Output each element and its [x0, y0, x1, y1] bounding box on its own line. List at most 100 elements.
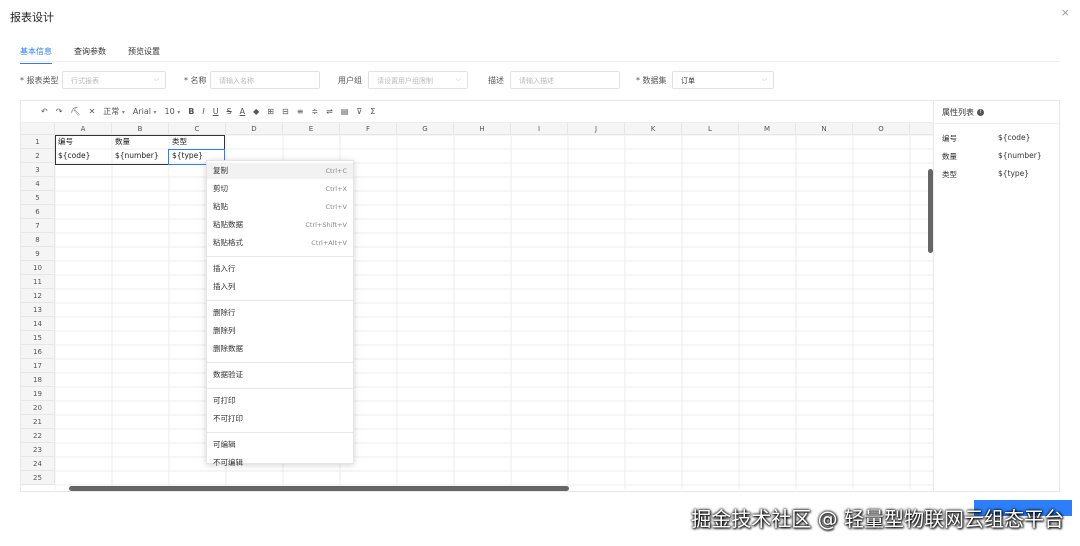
- dataset-select[interactable]: 订单 ⌵: [672, 71, 774, 89]
- dialog-title: 报表设计: [10, 11, 54, 24]
- row-header[interactable]: 14: [21, 317, 55, 331]
- context-menu-item[interactable]: 插入行: [207, 261, 353, 277]
- name-input[interactable]: 请输入名称: [210, 71, 320, 89]
- row-header[interactable]: 23: [21, 443, 55, 457]
- column-header[interactable]: A: [55, 123, 112, 135]
- merge-cells-icon[interactable]: ⊟: [282, 107, 289, 116]
- context-menu-item[interactable]: 粘贴 Ctrl+V: [207, 199, 353, 215]
- row-header[interactable]: 12: [21, 289, 55, 303]
- row-header[interactable]: 25: [21, 471, 55, 485]
- row-header[interactable]: 8: [21, 233, 55, 247]
- context-menu-item[interactable]: 数据验证: [207, 367, 353, 383]
- column-header[interactable]: F: [340, 123, 397, 135]
- context-menu-item[interactable]: 不可打印: [207, 411, 353, 427]
- context-menu-item[interactable]: 删除数据: [207, 341, 353, 357]
- column-header[interactable]: G: [397, 123, 454, 135]
- freeze-icon[interactable]: ▤: [341, 107, 349, 116]
- italic-button[interactable]: I: [202, 107, 204, 116]
- grid-lines: [55, 135, 933, 489]
- row-header[interactable]: 2: [21, 149, 55, 163]
- column-header[interactable]: O: [853, 123, 910, 135]
- clear-format-icon[interactable]: ✕: [89, 107, 96, 116]
- redo-icon[interactable]: ↷: [56, 107, 63, 116]
- column-header[interactable]: E: [283, 123, 340, 135]
- row-header[interactable]: 5: [21, 191, 55, 205]
- column-header[interactable]: H: [454, 123, 511, 135]
- row-header[interactable]: 7: [21, 219, 55, 233]
- row-header[interactable]: 15: [21, 331, 55, 345]
- column-header[interactable]: M: [739, 123, 796, 135]
- column-header[interactable]: D: [226, 123, 283, 135]
- prop-value[interactable]: ${code}: [998, 133, 1030, 142]
- column-header[interactable]: P: [910, 123, 933, 135]
- column-header[interactable]: C: [169, 123, 226, 135]
- row-header[interactable]: 20: [21, 401, 55, 415]
- context-menu-item[interactable]: 删除行: [207, 305, 353, 321]
- column-header[interactable]: B: [112, 123, 169, 135]
- column-header[interactable]: I: [511, 123, 568, 135]
- context-menu-item[interactable]: 可打印: [207, 393, 353, 409]
- vertical-scrollbar[interactable]: [928, 169, 933, 253]
- align-icon[interactable]: ≡: [297, 107, 304, 116]
- user-group-select[interactable]: 请设置用户组限制 ⌵: [368, 71, 468, 89]
- context-menu-item[interactable]: 复制 Ctrl+C: [207, 163, 353, 179]
- context-menu-item[interactable]: 粘贴格式 Ctrl+Alt+V: [207, 235, 353, 251]
- prop-name[interactable]: 类型: [942, 169, 957, 180]
- context-menu-item[interactable]: 删除列: [207, 323, 353, 339]
- undo-icon[interactable]: ↶: [41, 107, 48, 116]
- style-select[interactable]: 正常 ▾: [103, 106, 125, 117]
- text-wrap-icon[interactable]: ⇌: [326, 107, 333, 116]
- font-select[interactable]: Arial ▾: [133, 107, 157, 116]
- column-header[interactable]: N: [796, 123, 853, 135]
- prop-name[interactable]: 数量: [942, 151, 957, 162]
- row-header[interactable]: 19: [21, 387, 55, 401]
- row-header[interactable]: 18: [21, 373, 55, 387]
- row-header[interactable]: 21: [21, 415, 55, 429]
- strikethrough-button[interactable]: S: [227, 107, 232, 116]
- row-header[interactable]: 17: [21, 359, 55, 373]
- row-header[interactable]: 6: [21, 205, 55, 219]
- format-painter-icon[interactable]: ⛏: [70, 107, 80, 116]
- report-type-select[interactable]: 行式报表 ⌵: [62, 71, 166, 89]
- row-header[interactable]: 11: [21, 275, 55, 289]
- desc-input[interactable]: 请输入描述: [510, 71, 620, 89]
- prop-name[interactable]: 编号: [942, 133, 957, 144]
- menu-item-shortcut: Ctrl+Shift+V: [305, 221, 347, 229]
- fill-color-icon[interactable]: ◆: [253, 107, 259, 116]
- row-header[interactable]: 9: [21, 247, 55, 261]
- text-color-button[interactable]: A: [240, 107, 245, 116]
- dataset-label: * 数据集: [636, 76, 667, 85]
- context-menu-item[interactable]: 可编辑: [207, 437, 353, 453]
- row-header[interactable]: 16: [21, 345, 55, 359]
- row-header[interactable]: 10: [21, 261, 55, 275]
- column-header[interactable]: K: [625, 123, 682, 135]
- prop-value[interactable]: ${number}: [998, 151, 1042, 160]
- context-menu-item[interactable]: 不可编辑: [207, 455, 353, 471]
- column-header[interactable]: J: [568, 123, 625, 135]
- row-header[interactable]: 1: [21, 135, 55, 149]
- context-menu-item[interactable]: 插入列: [207, 279, 353, 295]
- underline-button[interactable]: U: [213, 107, 219, 116]
- column-header[interactable]: L: [682, 123, 739, 135]
- border-icon[interactable]: ⊞: [267, 107, 274, 116]
- sum-icon[interactable]: Σ: [370, 107, 375, 116]
- row-header[interactable]: 3: [21, 163, 55, 177]
- context-menu-item[interactable]: 粘贴数据 Ctrl+Shift+V: [207, 217, 353, 233]
- row-header[interactable]: 22: [21, 429, 55, 443]
- sheet-grid[interactable]: ABCDEFGHIJKLMNOP 12345678910111213141516…: [21, 123, 933, 491]
- valign-icon[interactable]: ≑: [311, 107, 318, 116]
- info-icon[interactable]: i: [977, 109, 984, 116]
- filter-icon[interactable]: ⊽: [356, 107, 362, 116]
- close-icon[interactable]: ×: [1061, 6, 1070, 19]
- horizontal-scrollbar[interactable]: [69, 486, 569, 491]
- row-header[interactable]: 4: [21, 177, 55, 191]
- chevron-down-icon: ▾: [177, 109, 181, 116]
- bold-button[interactable]: B: [188, 107, 194, 116]
- font-size-select[interactable]: 10 ▾: [165, 107, 181, 116]
- property-panel: 属性列表 i 编号 ${code} 数量 ${number} 类型 ${type}: [934, 100, 1060, 492]
- prop-value[interactable]: ${type}: [998, 169, 1029, 178]
- row-header[interactable]: 24: [21, 457, 55, 471]
- menu-item-label: 剪切: [213, 184, 228, 193]
- context-menu-item[interactable]: 剪切 Ctrl+X: [207, 181, 353, 197]
- row-header[interactable]: 13: [21, 303, 55, 317]
